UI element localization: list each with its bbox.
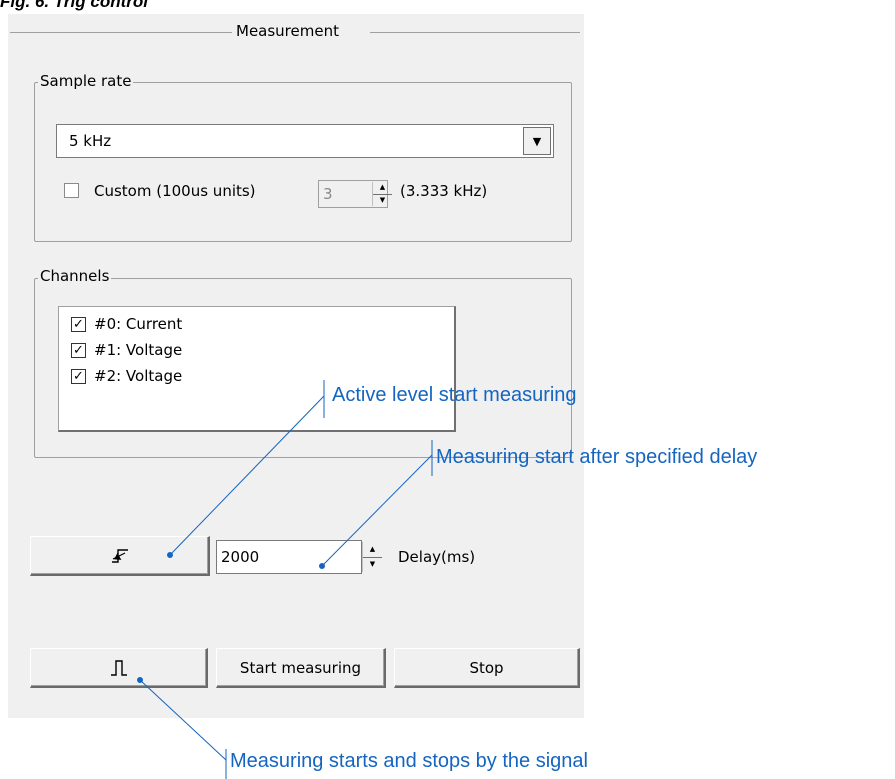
channel-0-checkbox[interactable]: ✓ (71, 316, 86, 332)
edge-trigger-button[interactable] (30, 536, 210, 576)
annotation-signal: Measuring starts and stops by the signal (230, 750, 588, 772)
rising-edge-trigger-icon (111, 548, 128, 563)
annotation-active-level: Active level start measuring (332, 384, 577, 406)
annotation-delay: Measuring start after specified delay (436, 446, 758, 468)
delay-spin-down-icon[interactable]: ▼ (363, 558, 382, 573)
delay-input[interactable]: 2000 (216, 540, 362, 574)
channel-0-label: #0: Current (94, 315, 183, 333)
custom-rate-readout: (3.333 kHz) (400, 182, 488, 200)
pulse-trigger-button[interactable] (30, 648, 208, 688)
title-divider-left (10, 32, 232, 33)
stop-button[interactable]: Stop (394, 648, 580, 688)
sample-rate-label: Sample rate (38, 72, 134, 90)
start-measuring-button[interactable]: Start measuring (216, 648, 386, 688)
dropdown-arrow-icon[interactable]: ▼ (523, 127, 551, 155)
channel-1-checkbox[interactable]: ✓ (71, 342, 86, 358)
spin-down-icon[interactable]: ▼ (373, 195, 392, 207)
channel-item-2[interactable]: ✓ #2: Voltage (71, 367, 182, 385)
delay-spinner[interactable]: ▲ ▼ (362, 542, 382, 572)
figure-caption: Fig. 6. Trig control (0, 0, 148, 11)
custom-value-spinner[interactable]: ▲ ▼ (372, 182, 392, 206)
channels-label: Channels (38, 267, 112, 285)
sample-rate-select[interactable]: 5 kHz ▼ (56, 124, 554, 158)
channel-1-label: #1: Voltage (94, 341, 183, 359)
sample-rate-value: 5 kHz (69, 132, 112, 150)
custom-value: 3 (323, 185, 333, 203)
panel-title: Measurement (236, 22, 339, 40)
channel-item-0[interactable]: ✓ #0: Current (71, 315, 182, 333)
delay-label: Delay(ms) (398, 548, 476, 566)
sample-rate-group (34, 82, 572, 242)
measurement-panel: Measurement Sample rate 5 kHz ▼ Custom (… (8, 14, 584, 718)
channel-item-1[interactable]: ✓ #1: Voltage (71, 341, 182, 359)
channel-2-label: #2: Voltage (94, 367, 183, 385)
custom-checkbox[interactable] (64, 183, 79, 198)
delay-spin-up-icon[interactable]: ▲ (363, 542, 382, 558)
delay-value: 2000 (221, 548, 260, 566)
pulse-trigger-icon (110, 659, 127, 676)
channel-2-checkbox[interactable]: ✓ (71, 368, 86, 384)
channels-list[interactable]: ✓ #0: Current ✓ #1: Voltage ✓ #2: Voltag… (58, 306, 456, 432)
title-divider-right (370, 32, 580, 33)
spin-up-icon[interactable]: ▲ (373, 182, 392, 195)
custom-label: Custom (100us units) (94, 182, 256, 200)
